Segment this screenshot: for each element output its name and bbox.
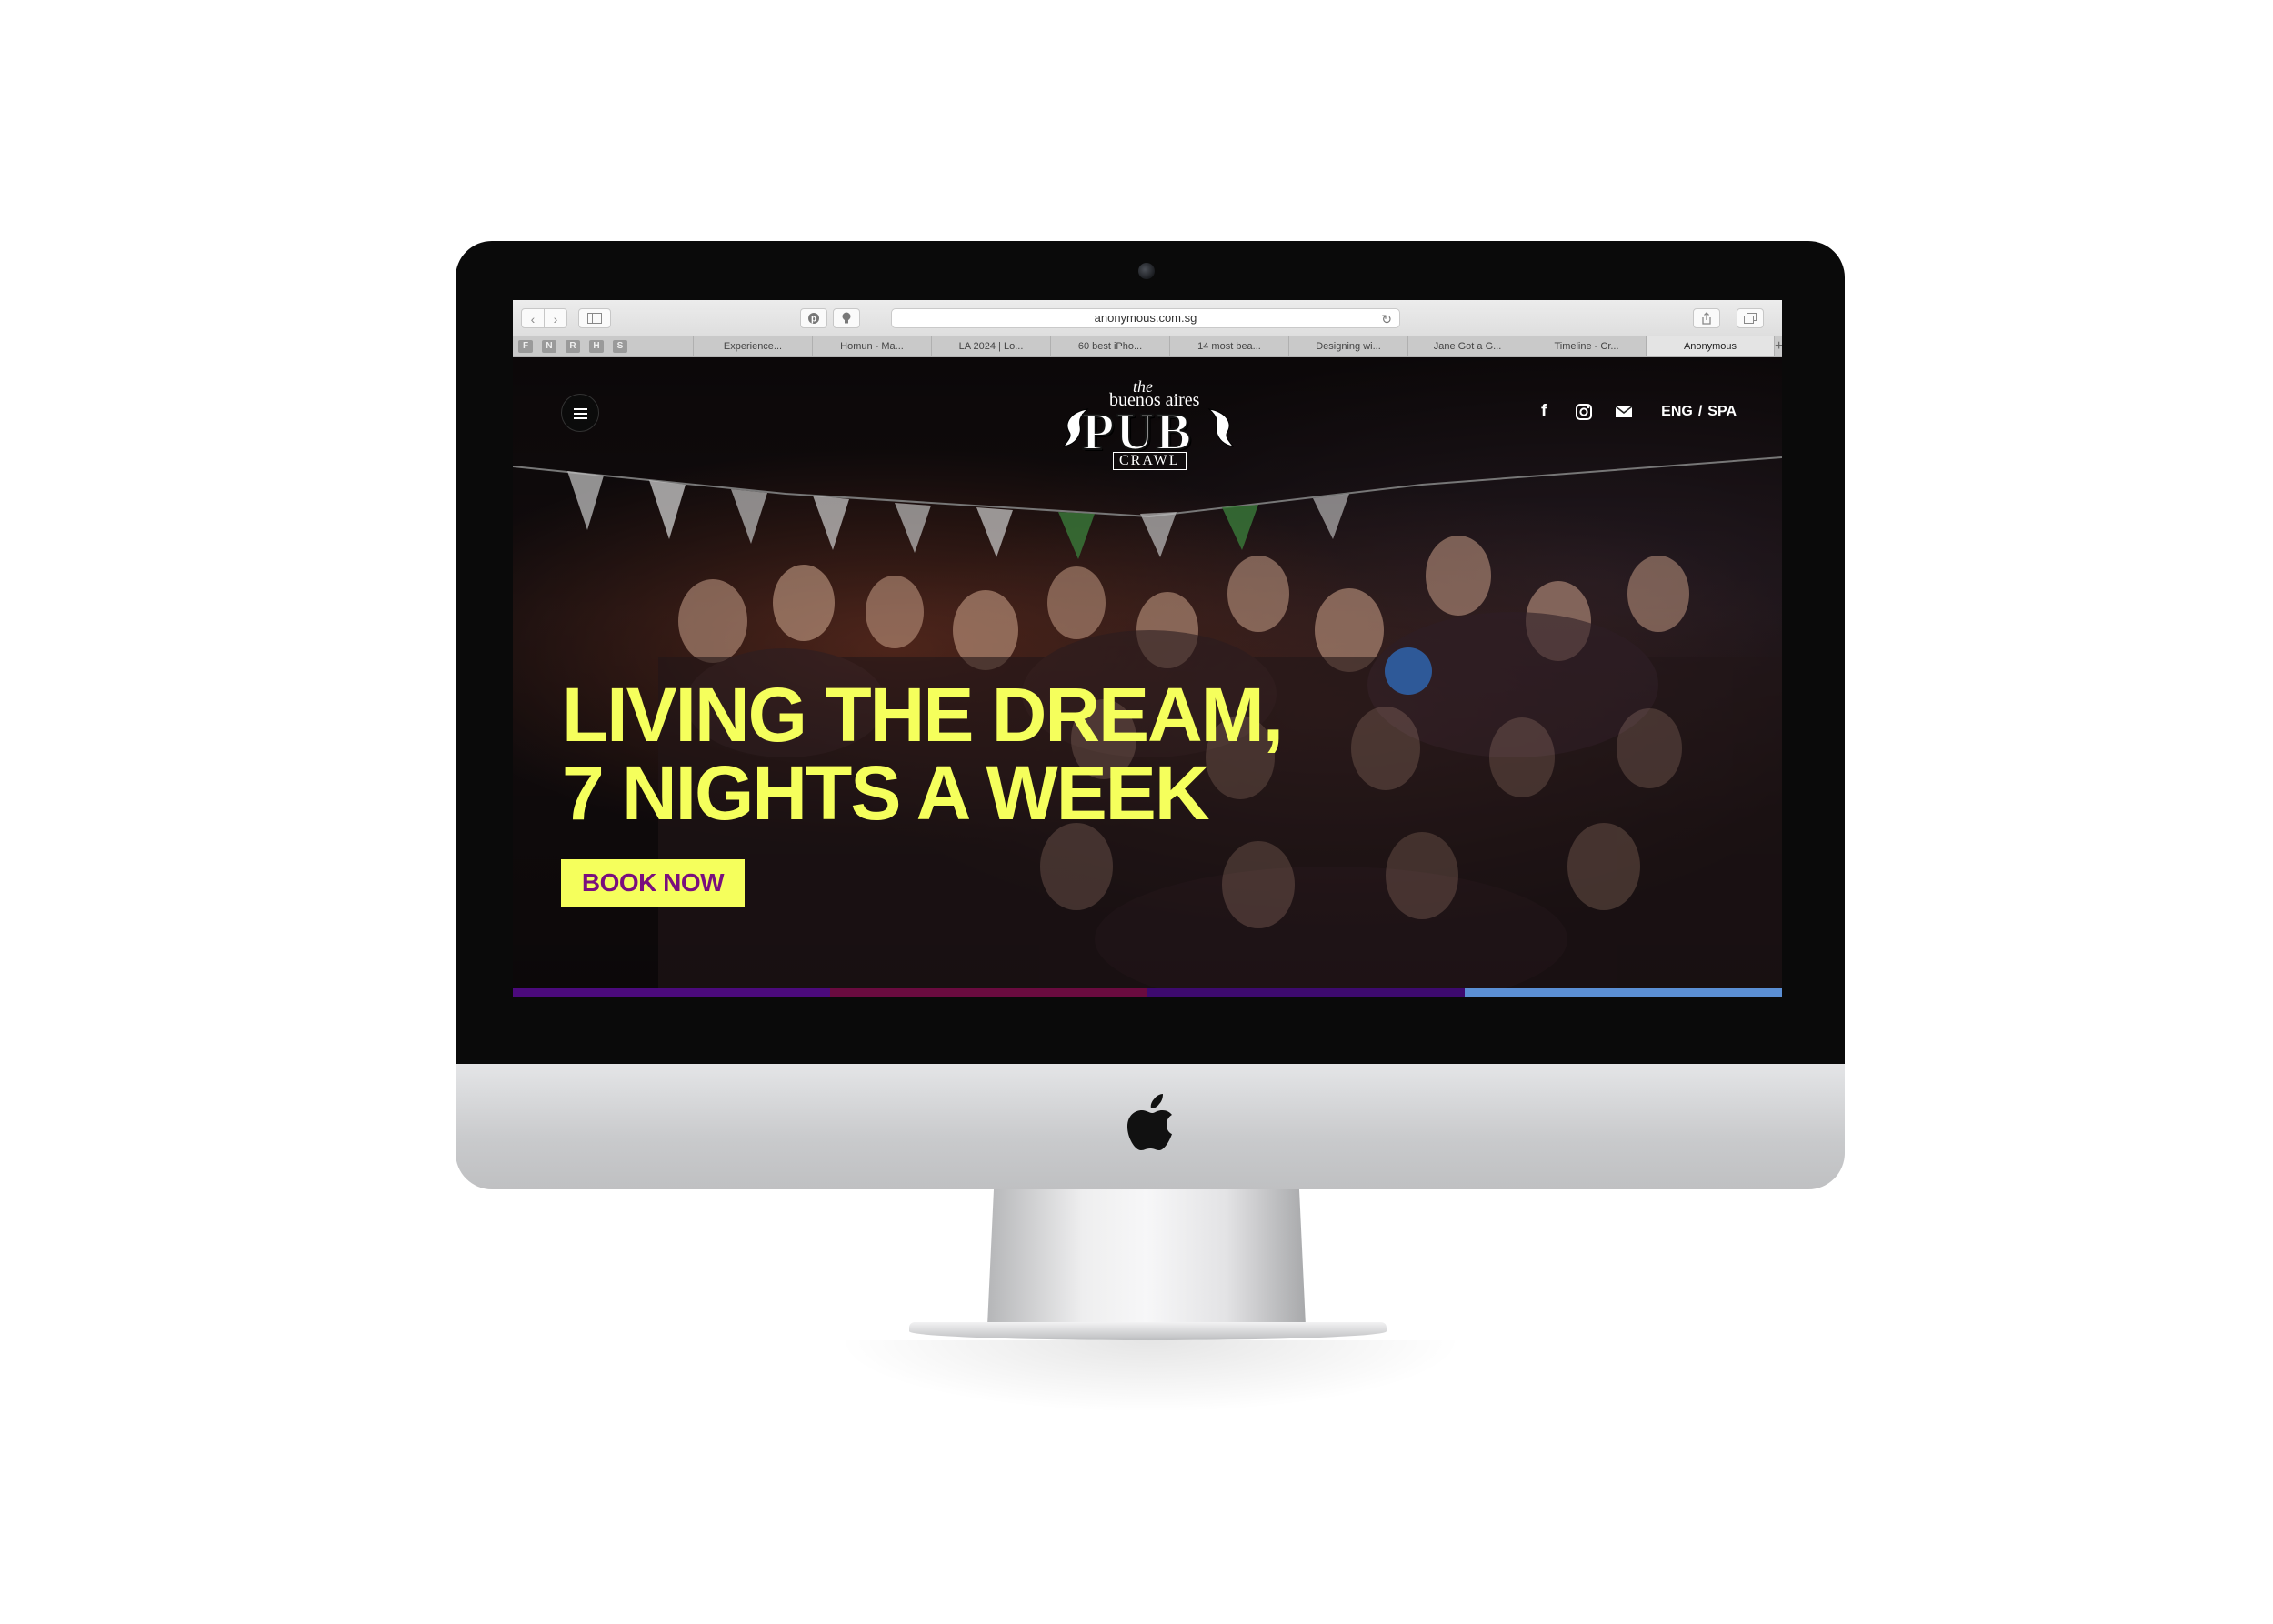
mail-icon[interactable] [1614,403,1634,421]
lang-spa[interactable]: SPA [1707,404,1737,419]
lang-separator: / [1697,404,1703,419]
web-page: the buenos aires PUB CRAWL f ENG / SPA L… [513,357,1782,1002]
menu-button[interactable] [561,394,599,432]
tabs-overview-button[interactable] [1737,308,1764,328]
social-nav: f ENG / SPA [1534,401,1737,423]
menu-icon [574,417,587,419]
menu-icon [574,413,587,415]
address-bar[interactable]: anonymous.com.sg ↻ [891,308,1400,328]
share-icon [1702,312,1711,325]
language-switch: ENG / SPA [1661,404,1737,420]
slide-indicator-active[interactable] [1465,988,1782,997]
imac-shadow [836,1340,1464,1413]
pinterest-button[interactable]: p [800,308,827,328]
facebook-icon[interactable]: f [1534,403,1554,421]
svg-text:p: p [811,315,816,325]
browser-tab-active[interactable]: Anonymous [1647,336,1775,356]
sidebar-icon [587,313,602,324]
slide-indicator[interactable] [830,988,1147,997]
browser-window: ‹ › p anonymous.com.sg ↻ F N R H S Exper… [513,300,1782,1002]
apple-logo-icon [1127,1094,1172,1150]
lightbulb-icon [842,312,851,324]
slide-indicator[interactable] [1147,988,1465,997]
browser-tab[interactable]: LA 2024 | Lo... [932,336,1051,356]
address-url: anonymous.com.sg [1094,311,1197,325]
new-tab-button[interactable]: + [1775,336,1782,356]
book-now-button[interactable]: BOOK NOW [561,859,745,907]
imac-stand-foot [909,1322,1387,1340]
tabs-overview-icon [1744,313,1757,324]
browser-tab[interactable]: Timeline - Cr... [1527,336,1647,356]
hero-headline-line1: LIVING THE DREAM, [562,672,1284,757]
pinned-tabs: F N R H S [513,336,694,356]
back-button[interactable]: ‹ [521,308,545,328]
browser-toolbar: ‹ › p anonymous.com.sg ↻ [513,300,1782,337]
pinned-tab[interactable]: F [518,340,533,353]
sidebar-button[interactable] [578,308,611,328]
pinned-tab[interactable]: H [589,340,604,353]
pinned-tab[interactable]: N [542,340,556,353]
camera-icon [1138,263,1155,279]
site-logo[interactable]: the buenos aires PUB CRAWL [1062,374,1235,474]
reload-icon[interactable]: ↻ [1381,310,1392,328]
browser-tab[interactable]: 60 best iPho... [1051,336,1170,356]
browser-tab[interactable]: Jane Got a G... [1408,336,1527,356]
logo-text-crawl: CRAWL [1113,452,1187,470]
share-button[interactable] [1693,308,1720,328]
imac-stand-neck [987,1189,1306,1326]
forward-button[interactable]: › [544,308,567,328]
page-bottom-strip [513,997,1782,1002]
pinterest-icon: p [808,313,819,325]
tab-bar: F N R H S Experience... Homun - Ma... LA… [513,336,1782,357]
pinned-tab[interactable]: R [566,340,580,353]
slide-indicator[interactable] [513,988,830,997]
browser-tab[interactable]: Designing wi... [1289,336,1408,356]
browser-tab[interactable]: Experience... [694,336,813,356]
slide-progress-bar [513,988,1782,997]
instagram-icon[interactable] [1574,403,1594,421]
hero-headline: LIVING THE DREAM, 7 NIGHTS A WEEK [562,676,1284,832]
browser-tab[interactable]: Homun - Ma... [813,336,932,356]
lang-eng[interactable]: ENG [1661,404,1693,419]
hero-headline-line2: 7 NIGHTS A WEEK [562,750,1209,836]
pinned-tab[interactable]: S [613,340,627,353]
extension-button[interactable] [833,308,860,328]
logo-ornament-icon [1207,408,1234,447]
menu-icon [574,408,587,410]
browser-tab[interactable]: 14 most bea... [1170,336,1289,356]
